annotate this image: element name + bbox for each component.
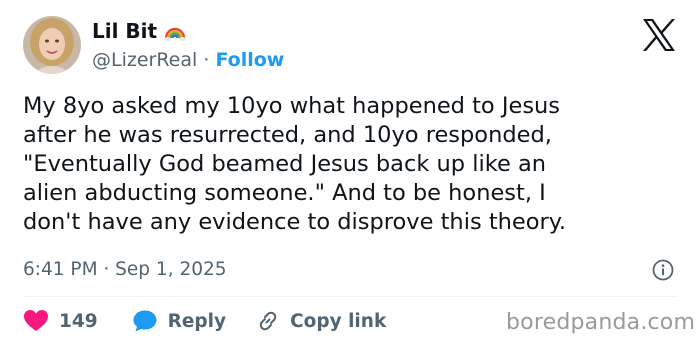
follow-button[interactable]: Follow	[215, 49, 284, 71]
author-handle[interactable]: @LizerReal	[92, 49, 197, 71]
heart-icon	[24, 310, 48, 331]
watermark: boredpanda.com	[506, 310, 696, 335]
avatar-photo	[23, 16, 81, 74]
info-icon[interactable]	[652, 259, 674, 281]
tweet-timestamp[interactable]: 6:41 PM · Sep 1, 2025	[23, 258, 227, 282]
link-icon	[259, 311, 277, 331]
reply-button[interactable]: Reply	[132, 309, 226, 333]
like-count: 149	[59, 310, 98, 332]
reply-label: Reply	[167, 310, 227, 332]
divider	[23, 296, 677, 297]
author-name-row: Lil Bit	[92, 18, 187, 44]
copy-link-button[interactable]: Copy link	[256, 309, 386, 333]
tweet-text: My 8yo asked my 10yo what happened to Je…	[23, 93, 567, 235]
x-logo-icon[interactable]	[641, 18, 677, 52]
author-display-name[interactable]: Lil Bit	[92, 18, 157, 44]
handle-separator: ·	[197, 49, 216, 71]
rainbow-icon	[164, 27, 187, 41]
copy-link-label: Copy link	[290, 310, 387, 332]
like-button[interactable]: 149	[23, 309, 98, 333]
avatar[interactable]	[23, 16, 81, 74]
reply-bubble-icon	[133, 310, 157, 332]
action-bar: 149 Reply Copy link	[23, 305, 386, 337]
author-handle-line: @LizerReal · Follow	[92, 47, 284, 73]
